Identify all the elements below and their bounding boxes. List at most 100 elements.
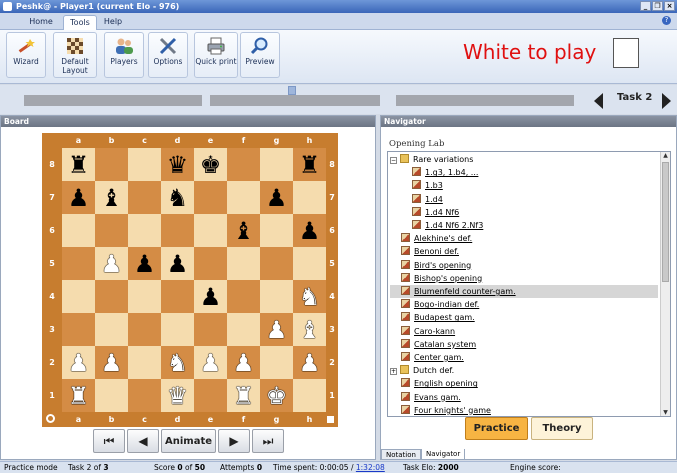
square-a7[interactable]: ♟ — [62, 181, 95, 214]
square-b4[interactable] — [95, 280, 128, 313]
square-g6[interactable] — [260, 214, 293, 247]
square-g7[interactable]: ♟ — [260, 181, 293, 214]
tree-item[interactable]: Evans gam. — [390, 391, 658, 404]
square-f3[interactable] — [227, 313, 260, 346]
first-move-button[interactable]: ⏮ — [93, 429, 125, 453]
square-f4[interactable] — [227, 280, 260, 313]
next-task-button[interactable] — [662, 93, 671, 109]
square-c7[interactable] — [128, 181, 161, 214]
help-icon[interactable]: ? — [662, 16, 671, 25]
tree-item[interactable]: 1.g3, 1.b4, ... — [412, 166, 658, 179]
animate-button[interactable]: Animate — [161, 429, 216, 453]
white-knight-icon[interactable]: ♞ — [299, 285, 321, 309]
square-a2[interactable]: ♟ — [62, 346, 95, 379]
tree-item[interactable]: Bogo-indian def. — [390, 298, 658, 311]
square-e5[interactable] — [194, 247, 227, 280]
tree-item[interactable]: Blumenfeld counter-gam. — [390, 285, 658, 298]
square-e3[interactable] — [194, 313, 227, 346]
white-pawn-icon[interactable]: ♟ — [101, 351, 123, 375]
square-e6[interactable] — [194, 214, 227, 247]
black-pawn-icon[interactable]: ♟ — [200, 285, 222, 309]
close-icon[interactable]: × — [664, 1, 675, 11]
next-move-button[interactable]: ▶ — [218, 429, 250, 453]
minimize-icon[interactable]: _ — [640, 1, 651, 11]
square-g2[interactable] — [260, 346, 293, 379]
square-e7[interactable] — [194, 181, 227, 214]
white-king-icon[interactable]: ♚ — [266, 384, 288, 408]
black-pawn-icon[interactable]: ♟ — [299, 219, 321, 243]
tree-item[interactable]: Four knights' game — [390, 404, 658, 416]
rotate-board-icon[interactable] — [46, 414, 55, 423]
square-h4[interactable]: ♞ — [293, 280, 326, 313]
white-knight-icon[interactable]: ♞ — [167, 351, 189, 375]
square-f8[interactable] — [227, 148, 260, 181]
black-bishop-icon[interactable]: ♝ — [233, 219, 255, 243]
square-c8[interactable] — [128, 148, 161, 181]
square-a4[interactable] — [62, 280, 95, 313]
black-rook-icon[interactable]: ♜ — [299, 153, 321, 177]
options-button[interactable]: Options — [148, 32, 188, 78]
square-h5[interactable] — [293, 247, 326, 280]
tab-home[interactable]: Home — [24, 15, 58, 30]
progress-marker[interactable] — [288, 86, 296, 95]
tree-item[interactable]: 1.d4 Nf6 2.Nf3 — [412, 219, 658, 232]
tree-item[interactable]: Caro-kann — [390, 325, 658, 338]
tree-item[interactable]: English opening — [390, 377, 658, 390]
black-rook-icon[interactable]: ♜ — [68, 153, 90, 177]
square-b7[interactable]: ♝ — [95, 181, 128, 214]
square-h1[interactable] — [293, 379, 326, 412]
black-bishop-icon[interactable]: ♝ — [101, 186, 123, 210]
tree-item[interactable]: Center gam. — [390, 351, 658, 364]
previous-move-button[interactable]: ◀ — [127, 429, 159, 453]
square-g3[interactable]: ♟ — [260, 313, 293, 346]
white-pawn-icon[interactable]: ♟ — [299, 351, 321, 375]
square-b8[interactable] — [95, 148, 128, 181]
square-a8[interactable]: ♜ — [62, 148, 95, 181]
square-f7[interactable] — [227, 181, 260, 214]
last-move-button[interactable]: ⏭ — [252, 429, 284, 453]
black-pawn-icon[interactable]: ♟ — [266, 186, 288, 210]
square-h2[interactable]: ♟ — [293, 346, 326, 379]
preview-button[interactable]: Preview — [240, 32, 280, 78]
square-b1[interactable] — [95, 379, 128, 412]
square-d6[interactable] — [161, 214, 194, 247]
white-pawn-icon[interactable]: ♟ — [233, 351, 255, 375]
square-h7[interactable] — [293, 181, 326, 214]
square-b5[interactable]: ♟ — [95, 247, 128, 280]
square-h3[interactable]: ♝ — [293, 313, 326, 346]
tree-item[interactable]: Bird's opening — [390, 259, 658, 272]
tree-item[interactable]: 1.b3 — [412, 179, 658, 192]
collapse-icon[interactable]: − — [390, 157, 397, 164]
scroll-down-icon[interactable]: ▼ — [662, 409, 669, 416]
black-pawn-icon[interactable]: ♟ — [167, 252, 189, 276]
square-c5[interactable]: ♟ — [128, 247, 161, 280]
tree-scrollbar[interactable]: ▲ ▼ — [660, 152, 670, 416]
tab-notation[interactable]: Notation — [381, 449, 421, 460]
wizard-button[interactable]: Wizard — [6, 32, 46, 78]
practice-button[interactable]: Practice — [465, 417, 528, 440]
tree-folder[interactable]: + Dutch def. — [390, 364, 658, 377]
square-f5[interactable] — [227, 247, 260, 280]
tree-folder[interactable]: − Rare variations — [390, 153, 658, 166]
black-pawn-icon[interactable]: ♟ — [68, 186, 90, 210]
square-d7[interactable]: ♞ — [161, 181, 194, 214]
tab-help[interactable]: Help — [98, 15, 128, 30]
square-a3[interactable] — [62, 313, 95, 346]
square-d8[interactable]: ♛ — [161, 148, 194, 181]
tab-navigator[interactable]: Navigator — [420, 449, 466, 460]
square-c3[interactable] — [128, 313, 161, 346]
square-b6[interactable] — [95, 214, 128, 247]
square-a5[interactable] — [62, 247, 95, 280]
white-pawn-icon[interactable]: ♟ — [200, 351, 222, 375]
tree-item[interactable]: 1.d4 — [412, 193, 658, 206]
tree-item[interactable]: Budapest gam. — [390, 311, 658, 324]
white-pawn-icon[interactable]: ♟ — [266, 318, 288, 342]
previous-task-button[interactable] — [594, 93, 603, 109]
players-button[interactable]: Players — [104, 32, 144, 78]
black-queen-icon[interactable]: ♛ — [167, 153, 189, 177]
square-d2[interactable]: ♞ — [161, 346, 194, 379]
square-c6[interactable] — [128, 214, 161, 247]
total-time-link[interactable]: 1:32:08 — [356, 463, 385, 472]
square-c4[interactable] — [128, 280, 161, 313]
square-g1[interactable]: ♚ — [260, 379, 293, 412]
